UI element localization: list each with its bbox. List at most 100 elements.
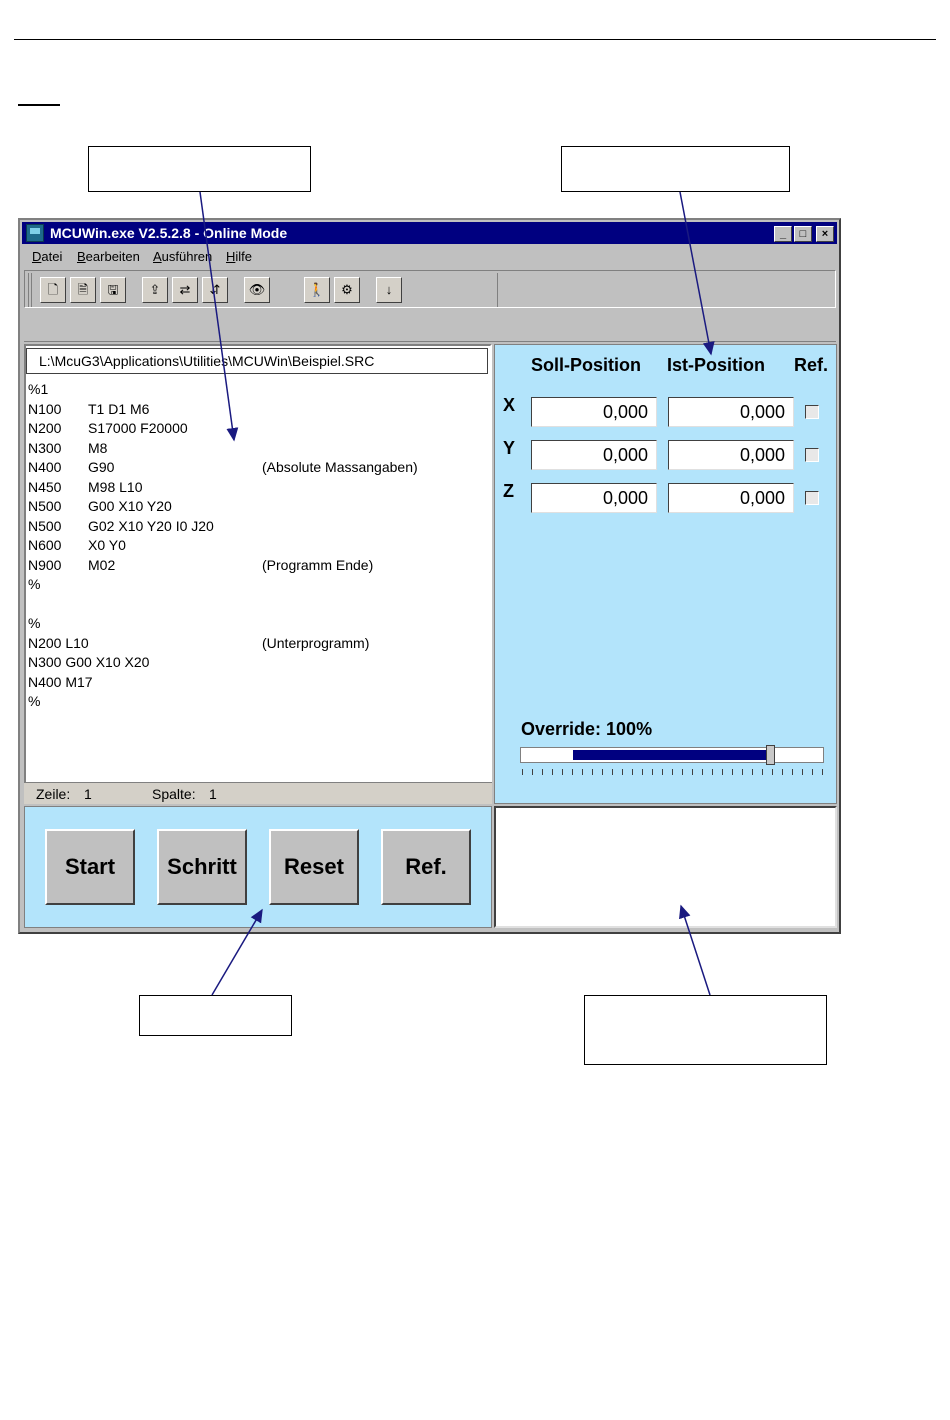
- code-line: N300 M8: [28, 439, 486, 459]
- heading-underline: [18, 104, 60, 106]
- load-icon[interactable]: ⇪: [142, 277, 168, 303]
- settings-icon[interactable]: ⚙: [334, 277, 360, 303]
- code-token: N100: [28, 400, 62, 417]
- ist-position-header: Ist-Position: [667, 355, 765, 375]
- reset-button[interactable]: Reset: [269, 829, 359, 905]
- start-button[interactable]: Start: [45, 829, 135, 905]
- code-token: N600: [28, 537, 62, 553]
- button-panel: Start Schritt Reset Ref.: [24, 806, 492, 928]
- code-token: X0 Y0: [88, 537, 126, 553]
- menu-datei[interactable]: Datei: [32, 249, 62, 264]
- z-ist-field[interactable]: 0,000: [668, 483, 794, 513]
- code-line: %: [28, 614, 486, 634]
- status-bar: Zeile: 1 Spalte: 1: [24, 782, 492, 804]
- axis-y-label: Y: [503, 438, 516, 458]
- code-token: N300: [28, 439, 62, 456]
- code-line: N450 M98 L10: [28, 478, 486, 498]
- axis-z-label: Z: [503, 481, 514, 501]
- title-bar[interactable]: MCUWin.exe V2.5.2.8 - Online Mode _ □ ×: [22, 222, 837, 244]
- callout-buttons: [139, 995, 292, 1036]
- code-token: N500: [28, 498, 62, 514]
- menu-hilfe[interactable]: Hilfe: [226, 249, 252, 264]
- code-line: N300 G00 X10 X20: [28, 653, 486, 673]
- menu-bar: Datei Bearbeiten Ausführen Hilfe: [22, 246, 837, 266]
- override-slider[interactable]: [520, 745, 824, 765]
- person-icon[interactable]: 🚶: [304, 277, 330, 303]
- download-icon[interactable]: ↓: [376, 277, 402, 303]
- z-soll-field[interactable]: 0,000: [531, 483, 657, 513]
- transfer-icon[interactable]: ⇄: [172, 277, 198, 303]
- toolbar: 🗋 🗎 🖫 ⇪ ⇄ ⇵ 👁 🚶 ⚙ ↓: [24, 270, 836, 308]
- y-ref-checkbox[interactable]: [805, 448, 819, 462]
- new-file-icon[interactable]: 🗋: [40, 277, 66, 303]
- zeile-label: Zeile:: [36, 786, 71, 802]
- code-token: N200: [28, 420, 62, 436]
- override-slider-ticks: [522, 769, 824, 775]
- code-token: G02 X10 Y20 I0 J20: [88, 517, 214, 534]
- page-top-rule: [14, 39, 936, 40]
- code-line: N200 L10 (Unterprogramm): [28, 634, 486, 654]
- soll-position-header: Soll-Position: [531, 355, 641, 375]
- y-ist-field[interactable]: 0,000: [668, 440, 794, 470]
- y-soll-field[interactable]: 0,000: [531, 440, 657, 470]
- window-title: MCUWin.exe V2.5.2.8 - Online Mode: [50, 225, 288, 241]
- compare-icon[interactable]: ⇵: [202, 277, 228, 303]
- z-ref-checkbox[interactable]: [805, 491, 819, 505]
- code-line: N600 X0 Y0: [28, 536, 486, 556]
- axis-x-label: X: [503, 395, 516, 415]
- code-token: T1 D1 M6: [88, 400, 150, 417]
- save-file-icon[interactable]: 🖫: [100, 277, 126, 303]
- position-panel: Soll-Position Ist-Position Ref. X 0,000 …: [494, 344, 837, 804]
- code-line: N400 M17: [28, 673, 486, 693]
- code-token: N300 G00 X10 X20: [28, 654, 150, 670]
- code-token: G00 X10 Y20: [88, 498, 172, 514]
- code-line: %: [28, 692, 486, 712]
- x-ref-checkbox[interactable]: [805, 405, 819, 419]
- schritt-button[interactable]: Schritt: [157, 829, 247, 905]
- code-line: N400 G90 (Absolute Massangaben): [28, 458, 486, 478]
- code-line: N100 T1 D1 M6: [28, 400, 486, 420]
- callout-editor: [88, 146, 311, 192]
- x-ist-field[interactable]: 0,000: [668, 397, 794, 427]
- code-token: %: [28, 615, 41, 631]
- override-slider-thumb[interactable]: [766, 745, 775, 765]
- code-token: %: [28, 576, 41, 592]
- callout-messages: [584, 995, 827, 1065]
- find-icon[interactable]: 👁: [244, 277, 270, 303]
- code-line: N900 M02 (Programm Ende): [28, 556, 486, 576]
- code-token: N450: [28, 478, 62, 495]
- ref-button[interactable]: Ref.: [381, 829, 471, 905]
- code-token: S17000 F20000: [88, 420, 188, 436]
- code-token: M02: [88, 556, 116, 573]
- code-editor[interactable]: %1 N100 T1 D1 M6 N200 S17000 F20000 N300 M8 N40…: [28, 380, 486, 780]
- toolbar-grip: [31, 273, 32, 307]
- code-line: N500 G02 X10 Y20 I0 J20: [28, 517, 486, 537]
- code-token: M98 L10: [88, 478, 143, 495]
- minimize-button[interactable]: _: [774, 226, 792, 242]
- code-line: %1: [28, 380, 486, 400]
- message-panel: [494, 806, 837, 928]
- code-token: N400 M17: [28, 673, 93, 690]
- open-file-icon[interactable]: 🗎: [70, 277, 96, 303]
- spalte-label: Spalte:: [152, 786, 196, 802]
- code-token: N500: [28, 517, 62, 534]
- code-token: N900: [28, 556, 62, 573]
- code-token: (Absolute Massangaben): [262, 459, 418, 475]
- toolbar-divider: [497, 273, 498, 307]
- code-token: N400: [28, 459, 62, 475]
- override-slider-fill: [573, 750, 768, 760]
- menu-bearbeiten[interactable]: Bearbeiten: [77, 249, 140, 264]
- toolbar-grip: [28, 273, 29, 307]
- toolbar-spacer: [24, 310, 836, 342]
- mcuwin-window: MCUWin.exe V2.5.2.8 - Online Mode _ □ × …: [18, 218, 841, 934]
- spalte-value: 1: [209, 786, 217, 802]
- code-token: M8: [88, 439, 108, 456]
- menu-ausfuehren[interactable]: Ausführen: [153, 249, 212, 264]
- maximize-button[interactable]: □: [794, 226, 812, 242]
- file-path-field[interactable]: L:\McuG3\Applications\Utilities\MCUWin\B…: [26, 348, 488, 374]
- override-label: Override: 100%: [521, 719, 653, 739]
- x-soll-field[interactable]: 0,000: [531, 397, 657, 427]
- close-button[interactable]: ×: [816, 226, 834, 242]
- code-token: (Programm Ende): [262, 556, 374, 573]
